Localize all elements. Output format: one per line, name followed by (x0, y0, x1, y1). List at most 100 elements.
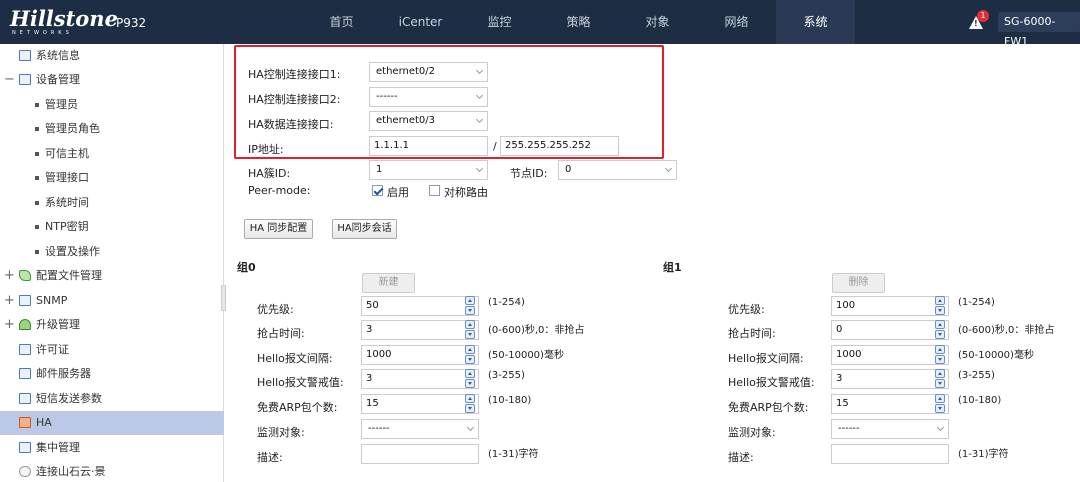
group-1-hello-threshold-input[interactable]: 3 (831, 369, 949, 389)
group-1-hello-threshold-spinner[interactable] (933, 369, 947, 389)
group-1-arp-hint: (10-180) (958, 395, 1002, 406)
node-id-select[interactable]: 0 (558, 160, 677, 180)
sidebar-item-system-info[interactable]: 系统信息 (0, 44, 224, 68)
logo-wordmark: Hillstone (10, 6, 118, 31)
sidebar-item-settings-ops[interactable]: 设置及操作 (0, 240, 224, 264)
group-0-priority-input[interactable]: 50 (361, 296, 479, 316)
chevron-down-icon (466, 423, 475, 432)
sidebar-item-cloud[interactable]: 连接山石云·景 (0, 460, 224, 482)
group-0-hello-threshold-spinner[interactable] (463, 369, 477, 389)
sidebar-item-central-management[interactable]: 集中管理 (0, 436, 224, 460)
new-button[interactable]: 新建 (362, 273, 415, 293)
snmp-icon (19, 295, 31, 306)
group-0-title: 组0 (237, 261, 256, 274)
group-0-hello-threshold-input[interactable]: 3 (361, 369, 479, 389)
group-1-preempt-hint: (0-600)秒,0：非抢占 (958, 325, 1055, 336)
group-0-hello-interval-spinner[interactable] (463, 345, 477, 365)
sidebar-item-config-file[interactable]: + 配置文件管理 (0, 264, 224, 288)
symmetric-route-label: 对称路由 (444, 186, 488, 199)
group-1-arp-label: 免费ARP包个数: (728, 401, 809, 414)
group-1-hello-interval-hint: (50-10000)毫秒 (958, 350, 1034, 361)
group-1-title: 组1 (663, 261, 682, 274)
main-nav: 首页 iCenter 监控 策略 对象 网络 系统 (302, 0, 855, 44)
nav-object[interactable]: 对象 (618, 0, 697, 44)
sidebar-collapse-handle[interactable] (221, 285, 226, 311)
group-1-desc-hint: (1-31)字符 (958, 449, 1009, 460)
sidebar-item-snmp[interactable]: + SNMP (0, 289, 224, 313)
ha-sync-config-button[interactable]: HA 同步配置 (244, 219, 313, 239)
group-0-desc-input[interactable] (361, 444, 479, 464)
group-0-preempt-label: 抢占时间: (257, 327, 305, 340)
group-0-preempt-spinner[interactable] (463, 320, 477, 340)
expand-icon[interactable]: + (4, 289, 15, 313)
group-0-arp-hint: (10-180) (488, 395, 532, 406)
central-management-icon (19, 442, 31, 453)
sidebar-item-upgrade[interactable]: + 升级管理 (0, 313, 224, 337)
group-1-priority-label: 优先级: (728, 303, 765, 316)
sidebar-item-sms[interactable]: 短信发送参数 (0, 387, 224, 411)
group-1-preempt-spinner[interactable] (933, 320, 947, 340)
device-model: P932 (116, 16, 147, 30)
sidebar-item-ha[interactable]: HA (0, 411, 224, 435)
group-1-arp-input[interactable]: 15 (831, 394, 949, 414)
alert-button[interactable]: ! 1 (966, 10, 990, 32)
group-1-priority-hint: (1-254) (958, 297, 995, 308)
nav-home[interactable]: 首页 (302, 0, 381, 44)
nav-icenter[interactable]: iCenter (381, 0, 460, 44)
group-1-priority-spinner[interactable] (933, 296, 947, 316)
hillstone-logo[interactable]: Hillstone NETWORKS (10, 6, 118, 37)
license-icon (19, 344, 31, 355)
cluster-id-select[interactable]: 1 (369, 160, 488, 180)
group-0-hello-interval-hint: (50-10000)毫秒 (488, 350, 564, 361)
group-1-hello-interval-spinner[interactable] (933, 345, 947, 365)
group-1-hello-interval-label: Hello报文间隔: (728, 352, 804, 365)
group-1-preempt-input[interactable]: 0 (831, 320, 949, 340)
device-name-badge[interactable]: SG-6000-FW1 (998, 12, 1080, 48)
nav-network[interactable]: 网络 (697, 0, 776, 44)
ha-sync-session-button[interactable]: HA同步会话 (332, 219, 397, 239)
delete-button[interactable]: 删除 (832, 273, 885, 293)
group-0-desc-label: 描述: (257, 451, 283, 464)
group-1-hello-interval-input[interactable]: 1000 (831, 345, 949, 365)
sidebar-item-trusted-host[interactable]: 可信主机 (0, 142, 224, 166)
group-1-arp-spinner[interactable] (933, 394, 947, 414)
sidebar-item-mgmt-interface[interactable]: 管理接口 (0, 166, 224, 190)
ha-icon (19, 417, 31, 428)
group-0-hello-interval-label: Hello报文间隔: (257, 352, 333, 365)
enable-checkbox[interactable] (372, 185, 383, 196)
group-1-hello-threshold-hint: (3-255) (958, 370, 995, 381)
sidebar-item-license[interactable]: 许可证 (0, 338, 224, 362)
group-1-priority-input[interactable]: 100 (831, 296, 949, 316)
group-0-arp-spinner[interactable] (463, 394, 477, 414)
group-0-hello-interval-input[interactable]: 1000 (361, 345, 479, 365)
group-1-monitor-select[interactable]: ------ (831, 419, 949, 439)
expand-icon[interactable]: + (4, 264, 15, 288)
group-1-preempt-label: 抢占时间: (728, 327, 776, 340)
sidebar-item-device-management[interactable]: − 设备管理 (0, 68, 224, 92)
group-0-priority-spinner[interactable] (463, 296, 477, 316)
group-0-arp-input[interactable]: 15 (361, 394, 479, 414)
nav-system[interactable]: 系统 (776, 0, 855, 44)
expand-icon[interactable]: + (4, 313, 15, 337)
device-management-icon (19, 74, 31, 85)
group-0-preempt-hint: (0-600)秒,0：非抢占 (488, 325, 585, 336)
group-0-priority-hint: (1-254) (488, 297, 525, 308)
group-0-hello-threshold-label: Hello报文警戒值: (257, 376, 344, 389)
sidebar-item-admin-role[interactable]: 管理员角色 (0, 117, 224, 141)
chevron-down-icon (475, 164, 484, 173)
group-0-monitor-select[interactable]: ------ (361, 419, 479, 439)
sidebar-item-admin[interactable]: 管理员 (0, 93, 224, 117)
peer-mode-label: Peer-mode: (248, 184, 311, 197)
sidebar-item-ntp-key[interactable]: NTP密钥 (0, 215, 224, 239)
sidebar-item-system-time[interactable]: 系统时间 (0, 191, 224, 215)
group-1-desc-input[interactable] (831, 444, 949, 464)
collapse-icon[interactable]: − (4, 68, 15, 92)
sidebar-item-mail-server[interactable]: 邮件服务器 (0, 362, 224, 386)
nav-policy[interactable]: 策略 (539, 0, 618, 44)
highlight-box (234, 45, 664, 159)
group-0-preempt-input[interactable]: 3 (361, 320, 479, 340)
symmetric-route-checkbox[interactable] (429, 185, 440, 196)
group-0-arp-label: 免费ARP包个数: (257, 401, 338, 414)
nav-monitor[interactable]: 监控 (460, 0, 539, 44)
group-0-hello-threshold-hint: (3-255) (488, 370, 525, 381)
